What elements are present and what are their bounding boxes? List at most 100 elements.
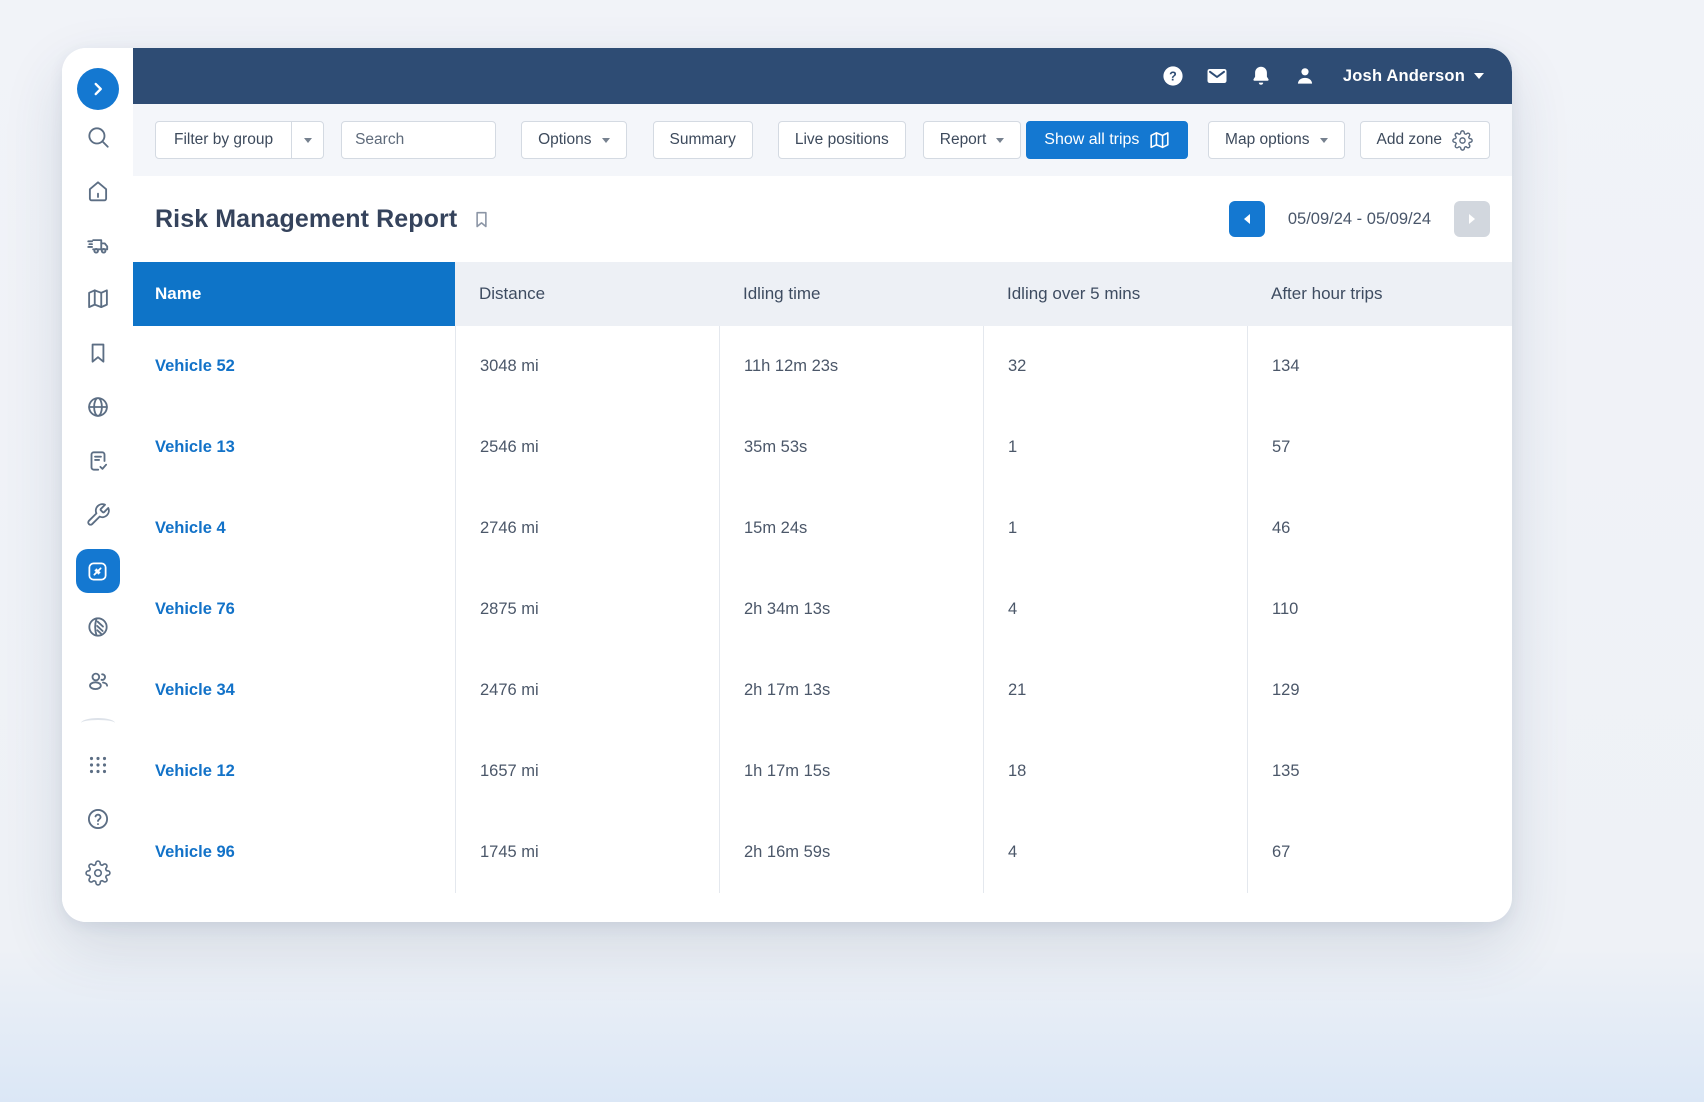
report-title-row: Risk Management Report 05/09/24 - 05/09/… <box>133 176 1512 262</box>
next-date-button[interactable] <box>1454 201 1490 237</box>
sidebar-item-reports[interactable] <box>71 434 125 488</box>
gear-icon <box>1452 130 1473 151</box>
vehicle-name-cell: Vehicle 52 <box>133 326 455 407</box>
sidebar-item-settings[interactable] <box>71 846 125 900</box>
distance-cell: 2746 mi <box>455 488 719 569</box>
caret-down-icon <box>602 138 610 143</box>
vehicle-link[interactable]: Vehicle 52 <box>155 357 235 376</box>
table-row: Vehicle 34 2476 mi 2h 17m 13s 21 129 <box>133 650 1512 731</box>
summary-button[interactable]: Summary <box>653 121 753 159</box>
report-check-icon <box>85 448 111 474</box>
filter-by-group-dropdown[interactable]: Filter by group <box>155 121 324 159</box>
sidebar-item-help[interactable] <box>71 792 125 846</box>
arrow-right-icon <box>1469 214 1475 224</box>
vehicle-link[interactable]: Vehicle 96 <box>155 843 235 862</box>
idling-time-cell: 35m 53s <box>719 407 983 488</box>
vehicle-name-cell: Vehicle 76 <box>133 569 455 650</box>
column-header-after-hour-trips[interactable]: After hour trips <box>1247 262 1512 326</box>
vehicle-link[interactable]: Vehicle 13 <box>155 438 235 457</box>
leaf-icon <box>85 614 111 640</box>
idling-over-5-mins-cell: 21 <box>983 650 1247 731</box>
sidebar-item-globe[interactable] <box>71 380 125 434</box>
vehicle-link[interactable]: Vehicle 76 <box>155 600 235 619</box>
globe-icon <box>85 394 111 420</box>
vehicle-name-cell: Vehicle 34 <box>133 650 455 731</box>
column-header-name[interactable]: Name <box>133 262 455 326</box>
filter-by-group-caret[interactable] <box>291 122 323 158</box>
previous-date-button[interactable] <box>1229 201 1265 237</box>
summary-label: Summary <box>670 131 736 149</box>
vehicle-link[interactable]: Vehicle 4 <box>155 519 226 538</box>
sidebar-item-apps[interactable] <box>71 738 125 792</box>
caret-down-icon <box>996 138 1004 143</box>
settings-icon <box>85 860 111 886</box>
report-label: Report <box>940 131 987 149</box>
arrow-left-icon <box>1244 214 1250 224</box>
sidebar-item-users[interactable] <box>71 654 125 708</box>
idling-time-cell: 15m 24s <box>719 488 983 569</box>
vehicle-name-cell: Vehicle 96 <box>133 812 455 893</box>
table-row: Vehicle 4 2746 mi 15m 24s 1 46 <box>133 488 1512 569</box>
column-header-idling-over-5-mins[interactable]: Idling over 5 mins <box>983 262 1247 326</box>
distance-cell: 2546 mi <box>455 407 719 488</box>
active-item-highlight <box>76 549 120 593</box>
options-dropdown[interactable]: Options <box>521 121 626 159</box>
table-header: Name Distance Idling time Idling over 5 … <box>133 262 1512 326</box>
truck-icon <box>85 232 111 258</box>
sidebar-item-home[interactable] <box>71 164 125 218</box>
notifications-button[interactable] <box>1249 64 1273 88</box>
help-icon <box>85 806 111 832</box>
after-hour-trips-cell: 134 <box>1247 326 1512 407</box>
users-icon <box>85 668 111 694</box>
vehicle-link[interactable]: Vehicle 34 <box>155 681 235 700</box>
idling-time-cell: 2h 34m 13s <box>719 569 983 650</box>
idling-over-5-mins-cell: 4 <box>983 569 1247 650</box>
account-button[interactable] <box>1293 64 1317 88</box>
vehicle-name-cell: Vehicle 4 <box>133 488 455 569</box>
map-options-dropdown[interactable]: Map options <box>1208 121 1344 159</box>
sidebar-item-bookmarks[interactable] <box>71 326 125 380</box>
sidebar-item-search[interactable] <box>71 110 125 164</box>
user-name: Josh Anderson <box>1343 67 1465 86</box>
add-zone-button[interactable]: Add zone <box>1360 121 1491 159</box>
sidebar-expand-button[interactable] <box>77 68 119 110</box>
date-navigation: 05/09/24 - 05/09/24 <box>1229 201 1490 237</box>
messages-button[interactable] <box>1205 64 1229 88</box>
after-hour-trips-cell: 135 <box>1247 731 1512 812</box>
sidebar-item-eco[interactable] <box>71 600 125 654</box>
show-all-trips-button[interactable]: Show all trips <box>1026 121 1188 159</box>
sidebar-item-map[interactable] <box>71 272 125 326</box>
distance-cell: 2476 mi <box>455 650 719 731</box>
bookmark-report-button[interactable] <box>471 209 492 230</box>
sidebar-item-maintenance[interactable] <box>71 488 125 542</box>
mail-icon <box>1205 64 1229 88</box>
idling-over-5-mins-cell: 18 <box>983 731 1247 812</box>
options-label: Options <box>538 131 591 149</box>
distance-cell: 3048 mi <box>455 326 719 407</box>
user-menu[interactable]: Josh Anderson <box>1343 67 1484 86</box>
after-hour-trips-cell: 110 <box>1247 569 1512 650</box>
sidebar-item-risk-management[interactable] <box>71 542 125 600</box>
column-header-distance[interactable]: Distance <box>455 262 719 326</box>
column-header-idling-time[interactable]: Idling time <box>719 262 983 326</box>
live-positions-label: Live positions <box>795 131 889 149</box>
home-icon <box>85 178 111 204</box>
after-hour-trips-cell: 57 <box>1247 407 1512 488</box>
report-dropdown[interactable]: Report <box>923 121 1022 159</box>
page-title: Risk Management Report <box>155 205 457 234</box>
idling-over-5-mins-cell: 4 <box>983 812 1247 893</box>
help-button[interactable]: ? <box>1161 64 1185 88</box>
after-hour-trips-cell: 67 <box>1247 812 1512 893</box>
live-positions-button[interactable]: Live positions <box>778 121 906 159</box>
user-icon <box>1293 64 1317 88</box>
help-icon: ? <box>1161 64 1185 88</box>
sidebar-item-fleet[interactable] <box>71 218 125 272</box>
wrench-icon <box>85 502 111 528</box>
after-hour-trips-cell: 129 <box>1247 650 1512 731</box>
idling-over-5-mins-cell: 1 <box>983 407 1247 488</box>
vehicle-link[interactable]: Vehicle 12 <box>155 762 235 781</box>
collapse-arrows-icon <box>85 559 110 584</box>
search-input[interactable] <box>341 121 496 159</box>
main-content: ? Josh <box>133 48 1512 922</box>
idling-time-cell: 2h 16m 59s <box>719 812 983 893</box>
